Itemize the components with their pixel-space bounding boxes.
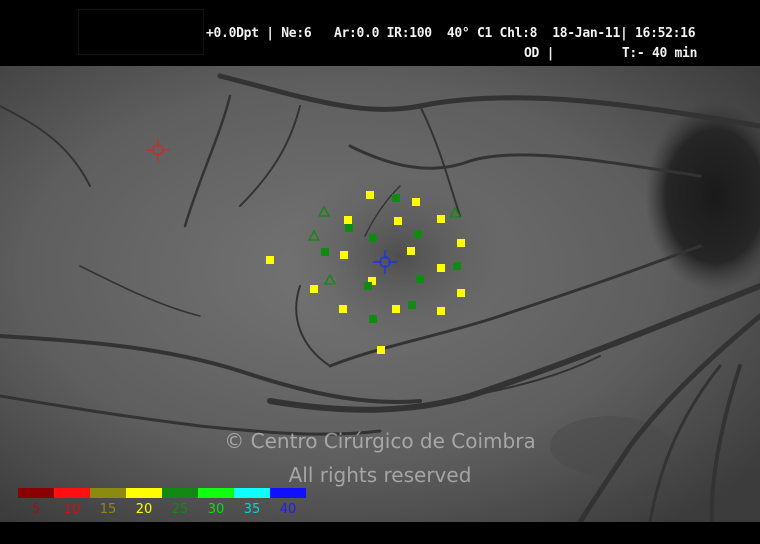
stimulus-point-yellow (407, 247, 415, 255)
scale-swatch-25 (162, 488, 198, 498)
stimulus-point-yellow (437, 215, 445, 223)
scale-swatch-40 (270, 488, 306, 498)
stimulus-point-yellow (392, 305, 400, 313)
scale-swatch-5 (18, 488, 54, 498)
stimulus-point-yellow (310, 285, 318, 293)
stimulus-point-green (416, 275, 424, 283)
stimulus-point-yellow (344, 216, 352, 224)
stimulus-point-green (369, 315, 377, 323)
stimulus-point-yellow (437, 264, 445, 272)
stimulus-point-yellow (266, 256, 274, 264)
stimulus-point-green (369, 234, 377, 242)
stimulus-point-yellow (412, 198, 420, 206)
scale-label-35: 35 (243, 502, 261, 517)
scale-swatch-20 (126, 488, 162, 498)
stimulus-point-yellow (366, 191, 374, 199)
stimulus-point-green (408, 301, 416, 309)
stimulus-point-yellow (457, 239, 465, 247)
scale-swatch-35 (234, 488, 270, 498)
watermark-line-2: All rights reserved (288, 463, 472, 487)
scale-label-40: 40 (279, 502, 297, 517)
stimulus-point-green (392, 194, 400, 202)
watermark-line-1: © Centro Cirúrgico de Coimbra (224, 429, 536, 453)
stimulus-point-green (345, 224, 353, 232)
scale-label-10: 10 (63, 502, 81, 517)
scale-swatch-10 (54, 488, 90, 498)
stimulus-point-green (364, 282, 372, 290)
scale-label-15: 15 (99, 502, 117, 517)
stimulus-point-green (414, 230, 422, 238)
stimulus-point-yellow (394, 217, 402, 225)
scale-label-25: 25 (171, 502, 189, 517)
scale-label-5: 5 (31, 502, 41, 517)
stimulus-point-yellow (339, 305, 347, 313)
scale-swatch-30 (198, 488, 234, 498)
scale-label-30: 30 (207, 502, 225, 517)
header-bar: +0.0Dpt | Ne:6 Ar:0.0 IR:100 40° C1 Chl:… (0, 0, 760, 66)
header-info-line-1: +0.0Dpt | Ne:6 Ar:0.0 IR:100 40° C1 Chl:… (206, 26, 696, 41)
copyright-watermark: © Centro Cirúrgico de Coimbra All rights… (0, 424, 760, 492)
bottom-bar (0, 522, 760, 544)
stimulus-point-yellow (437, 307, 445, 315)
redacted-patient-info (78, 9, 204, 55)
stimulus-point-green (321, 248, 329, 256)
stimulus-point-yellow (377, 346, 385, 354)
scale-label-20: 20 (135, 502, 153, 517)
stimulus-point-yellow (340, 251, 348, 259)
header-info-line-2: OD | T:- 40 min (524, 46, 698, 61)
stimulus-point-green (453, 262, 461, 270)
stimulus-point-yellow (457, 289, 465, 297)
scale-swatch-15 (90, 488, 126, 498)
